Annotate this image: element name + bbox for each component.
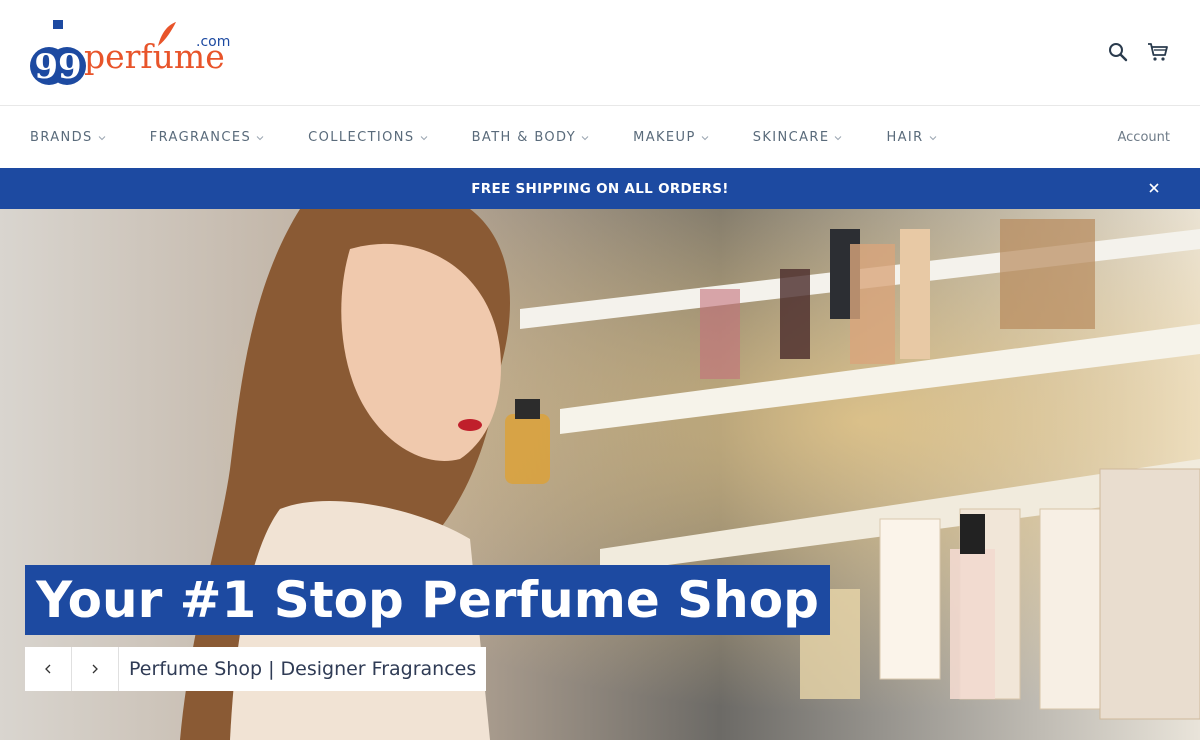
- hero-subtitle: Perfume Shop | Designer Fragrances: [119, 647, 487, 691]
- logo-tld: .com: [196, 34, 230, 50]
- nav-item-label: FRAGRANCES: [149, 130, 252, 145]
- site-logo[interactable]: 99 perfume .com: [28, 18, 238, 88]
- nav-item-hair[interactable]: HAIR: [886, 130, 936, 145]
- chevron-left-icon: [45, 664, 51, 674]
- hero-slideshow: Your #1 Stop Perfume Shop Perfume Shop |…: [0, 209, 1200, 740]
- logo-graphic: 99 perfume .com: [30, 20, 230, 87]
- chevron-down-icon: [256, 135, 264, 140]
- nav-item-label: SKINCARE: [752, 130, 830, 145]
- chevron-down-icon: [581, 135, 589, 140]
- close-icon[interactable]: [1146, 180, 1162, 196]
- nav-item-brands[interactable]: BRANDS: [30, 130, 106, 145]
- nav-item-fragrances[interactable]: FRAGRANCES: [150, 130, 264, 145]
- chevron-down-icon: [835, 135, 842, 140]
- nav-list: BRANDS FRAGRANCES COLLECTIONS BATH & BOD…: [30, 107, 981, 168]
- slideshow-controls: Perfume Shop | Designer Fragrances: [25, 647, 487, 691]
- slide-next-button[interactable]: [72, 647, 119, 691]
- hero-title: Your #1 Stop Perfume Shop: [25, 565, 830, 635]
- chevron-right-icon: [92, 664, 98, 674]
- nav-item-bath-body[interactable]: BATH & BODY: [472, 130, 589, 145]
- account-link[interactable]: Account: [1118, 130, 1171, 145]
- announcement-text: FREE SHIPPING ON ALL ORDERS!: [471, 180, 729, 197]
- main-nav: BRANDS FRAGRANCES COLLECTIONS BATH & BOD…: [0, 107, 1200, 168]
- chevron-down-icon: [420, 135, 427, 140]
- slide-prev-button[interactable]: [25, 647, 72, 691]
- nav-item-skincare[interactable]: SKINCARE: [753, 130, 843, 145]
- logo-number: 99: [34, 47, 81, 87]
- cart-icon[interactable]: [1146, 40, 1170, 64]
- nav-item-label: HAIR: [886, 130, 924, 145]
- nav-item-label: MAKEUP: [633, 130, 696, 145]
- nav-item-label: BATH & BODY: [471, 130, 577, 145]
- chevron-down-icon: [701, 135, 709, 140]
- announcement-bar: FREE SHIPPING ON ALL ORDERS!: [0, 168, 1200, 209]
- site-header: 99 perfume .com: [0, 0, 1200, 106]
- header-icons: [1106, 40, 1170, 64]
- nav-item-collections[interactable]: COLLECTIONS: [308, 130, 427, 145]
- chevron-down-icon: [929, 135, 936, 140]
- search-icon[interactable]: [1106, 40, 1130, 64]
- nav-item-label: COLLECTIONS: [308, 130, 415, 145]
- nav-item-label: BRANDS: [30, 130, 93, 145]
- chevron-down-icon: [98, 135, 106, 140]
- nav-item-makeup[interactable]: MAKEUP: [633, 130, 709, 145]
